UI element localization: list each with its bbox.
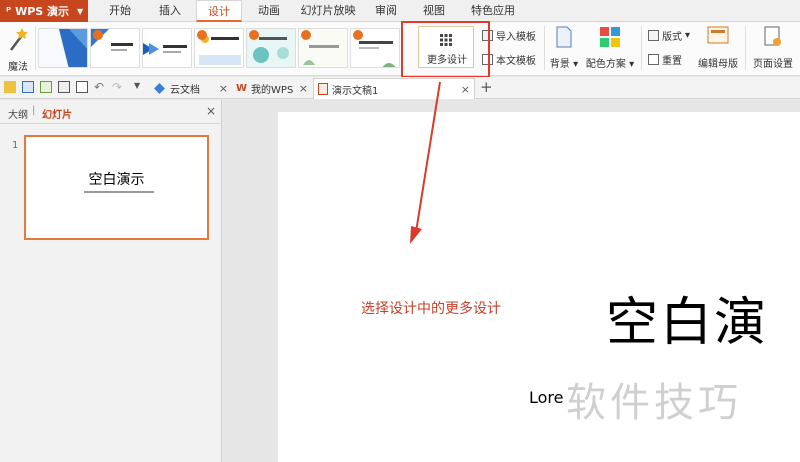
template-preview-icon [143,29,191,67]
wps-badge-icon [353,30,363,40]
wps-badge-icon [249,30,259,40]
this-template-button[interactable]: 本文模板 [482,52,536,67]
divider [745,26,746,70]
edit-master-label: 编辑母版 [698,59,738,70]
tab-view[interactable]: 视图 [418,0,450,22]
app-menu-button[interactable]: ᴾ WPS 演示 ▼ [0,0,88,22]
tab-slides[interactable]: 幻灯片 [42,106,72,121]
page-setup-icon [764,26,781,46]
wps-badge-icon [197,30,207,40]
divider [641,26,642,70]
template-thumb[interactable] [350,28,400,68]
tab-start[interactable]: 开始 [104,0,136,22]
tab-animation[interactable]: 动画 [252,0,286,22]
close-icon[interactable]: × [299,82,308,95]
doc-tab-cloud[interactable]: 云文档 × [150,78,232,99]
template-thumb[interactable] [298,28,348,68]
print-preview-icon[interactable] [76,81,88,93]
highlight-box [401,21,490,78]
doc-tab-mywps[interactable]: W 我的WPS × [232,78,312,99]
chevron-down-icon[interactable]: ▼ [134,81,146,93]
instruction-note: 选择设计中的更多设计 [361,301,501,317]
tab-review[interactable]: 审阅 [370,0,402,22]
wps-badge-icon [93,30,103,40]
cloud-doc-icon [154,83,165,94]
template-thumb[interactable] [90,28,140,68]
slide-subtitle[interactable]: Lore [529,388,564,407]
import-template-button[interactable]: 导入模板 [482,28,536,43]
tab-insert[interactable]: 插入 [154,0,186,22]
magic-label: 魔法 [8,62,28,73]
divider [544,26,545,70]
new-tab-icon[interactable]: + [480,78,493,96]
wps-logo-icon: ᴾ [6,4,12,18]
design-ribbon: 魔法 更多设计 导入模板 本文模板 背景 ▾ 配色方案 ▾ 版式 ▾ 重置 编辑… [0,22,800,76]
edit-master-button[interactable]: 编辑母版 [696,26,740,70]
magic-wand-icon [10,28,28,51]
reset-button[interactable]: 重置 [648,52,682,67]
save-icon[interactable] [22,81,34,93]
template-thumb[interactable] [194,28,244,68]
slide-title[interactable]: 空白演 [606,280,768,355]
template-thumb[interactable] [38,28,88,68]
tab-divider: | [32,105,36,116]
wps-w-icon: W [236,83,248,94]
layout-label: 版式 [662,32,682,43]
export-pdf-icon[interactable] [40,81,52,93]
background-label: 背景 [549,59,570,70]
page-setup-label: 页面设置 [753,59,793,70]
print-icon[interactable] [58,81,70,93]
presentation-file-icon [318,83,328,95]
doc-tab-label: 演示文稿1 [332,85,379,97]
slide-number: 1 [12,140,19,151]
design-template-gallery [38,28,402,68]
reset-icon [648,54,659,65]
page-setup-button[interactable]: 页面设置 [750,26,796,70]
magic-button[interactable]: 魔法 [4,26,32,73]
color-palette-icon [600,27,620,47]
menu-bar: ᴾ WPS 演示 ▼ 开始 插入 设计 动画 幻灯片放映 审阅 视图 特色应用 [0,0,800,22]
color-scheme-button[interactable]: 配色方案 ▾ [584,26,636,70]
tab-slideshow[interactable]: 幻灯片放映 [296,0,360,22]
wps-badge-icon [301,30,311,40]
close-icon[interactable]: × [461,83,470,96]
undo-icon[interactable]: ↶ [94,80,106,94]
doc-tab-label: 云文档 [170,85,200,96]
doc-tab-presentation[interactable]: 演示文稿1 × [313,78,475,99]
layout-icon [648,30,659,41]
slide-master-icon [707,26,729,44]
background-button[interactable]: 背景 ▾ [549,26,579,70]
close-icon[interactable]: × [206,104,216,118]
panel-tabs: 大纲 | 幻灯片 × [0,100,222,124]
color-scheme-label: 配色方案 [585,59,626,70]
template-thumb[interactable] [142,28,192,68]
app-name: WPS 演示 [15,5,70,18]
watermark: 软件技巧 [566,380,742,426]
chevron-down-icon: ▼ [77,6,84,16]
doc-tab-label: 我的WPS [251,85,294,96]
redo-icon[interactable]: ↷ [112,80,124,94]
layout-button[interactable]: 版式 ▾ [648,28,690,43]
open-folder-icon[interactable] [4,81,16,93]
tab-design[interactable]: 设计 [196,0,242,22]
template-thumb[interactable] [246,28,296,68]
close-icon[interactable]: × [219,82,228,95]
thumb-subtitle-line [84,191,154,193]
reset-label: 重置 [662,56,682,67]
this-template-label: 本文模板 [496,56,536,67]
quick-access-toolbar: ↶ ↷ ▼ 云文档 × W 我的WPS × 演示文稿1 × + [0,77,800,99]
slide-thumbnail[interactable]: 空白演示 [24,135,209,240]
divider [35,26,36,70]
thumb-title: 空白演示 [88,172,145,188]
background-icon [556,26,572,48]
template-preview-icon [39,29,87,67]
tab-outline[interactable]: 大纲 [8,106,28,121]
tab-special-apps[interactable]: 特色应用 [464,0,522,22]
import-template-label: 导入模板 [496,32,536,43]
